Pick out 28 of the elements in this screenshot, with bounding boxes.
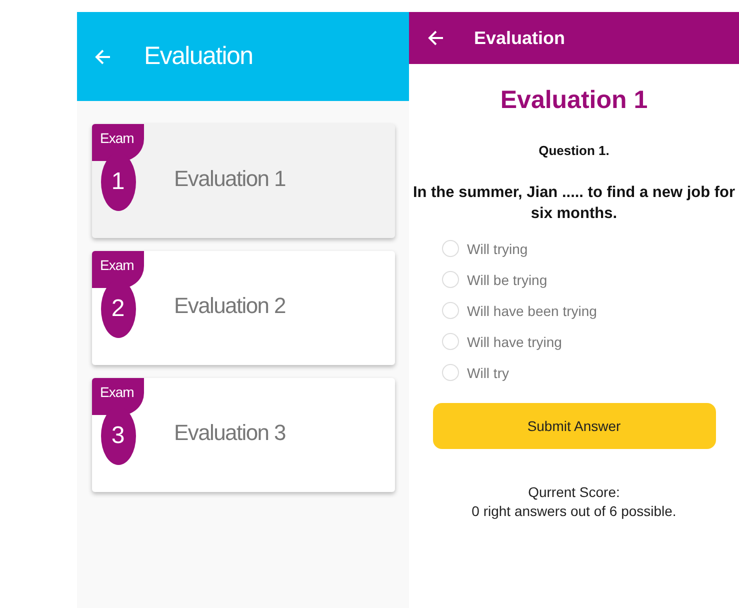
back-arrow-icon[interactable] bbox=[427, 29, 445, 47]
exam-tag: Exam bbox=[92, 124, 144, 161]
option-label[interactable]: Will try bbox=[467, 364, 509, 380]
question-label: Question 1. bbox=[538, 143, 610, 158]
radio-button[interactable] bbox=[442, 364, 459, 381]
submit-button[interactable]: Submit Answer bbox=[432, 403, 716, 449]
option-label[interactable]: Will have trying bbox=[467, 334, 562, 350]
evaluation-title: Evaluation 3 bbox=[174, 420, 286, 446]
evaluation-heading: Evaluation 1 bbox=[500, 86, 648, 115]
option-label[interactable]: Will be trying bbox=[467, 272, 548, 288]
radio-button[interactable] bbox=[442, 333, 459, 350]
app-bar-title: Evaluation bbox=[144, 42, 253, 71]
radio-button[interactable] bbox=[442, 240, 459, 257]
score-text: Qurrent Score: bbox=[527, 483, 621, 502]
exam-tag: Exam bbox=[92, 251, 144, 288]
radio-button[interactable] bbox=[442, 302, 459, 319]
evaluation-card[interactable]: Exam 2 Evaluation 2 bbox=[92, 251, 395, 365]
app-bar-title: Evaluation bbox=[474, 28, 566, 48]
evaluation-title: Evaluation 2 bbox=[174, 293, 286, 319]
evaluation-card[interactable]: Exam 1 Evaluation 1 bbox=[92, 124, 395, 238]
exam-tag: Exam bbox=[92, 378, 144, 415]
question-text: In the summer, Jian ..... to find a new job for six months. bbox=[412, 183, 736, 224]
option-label[interactable]: Will have been trying bbox=[467, 302, 597, 318]
score-text: 0 right answers out of 6 possible. bbox=[472, 502, 676, 521]
evaluation-card[interactable]: Exam 3 Evaluation 3 bbox=[92, 378, 395, 492]
option-label[interactable]: Will trying bbox=[467, 240, 528, 256]
evaluation-title: Evaluation 1 bbox=[174, 166, 286, 192]
radio-button[interactable] bbox=[442, 271, 459, 288]
